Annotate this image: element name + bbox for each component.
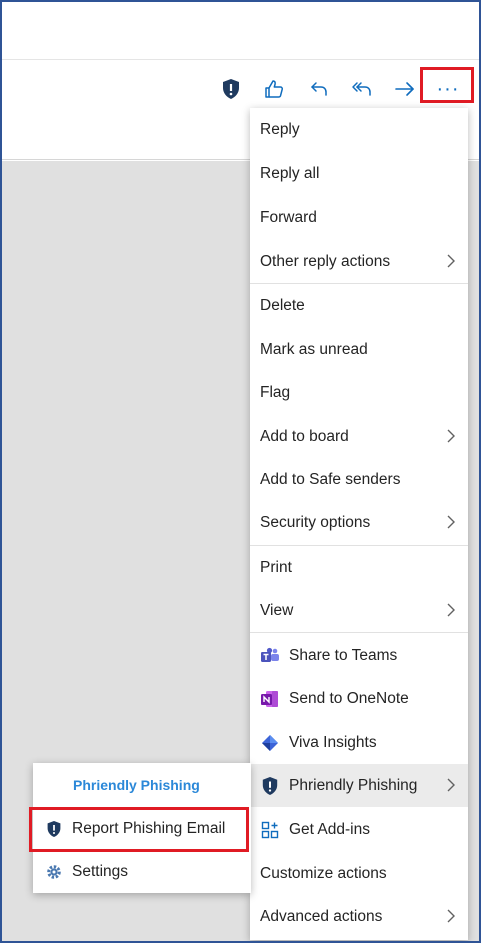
menu-item-other-reply-actions[interactable]: Other reply actions bbox=[250, 240, 468, 283]
window-frame: ··· Reply Reply all Forward Other reply … bbox=[0, 0, 481, 943]
more-actions-highlight bbox=[420, 67, 474, 103]
menu-item-label: Mark as unread bbox=[260, 340, 368, 358]
menu-item-phriendly-phishing[interactable]: Phriendly Phishing bbox=[250, 764, 468, 807]
menu-item-label: Customize actions bbox=[260, 864, 387, 882]
viva-insights-icon bbox=[260, 733, 280, 753]
phriendly-phishing-shield-icon bbox=[260, 776, 280, 796]
menu-item-get-add-ins[interactable]: Get Add-ins bbox=[250, 808, 468, 851]
header-band bbox=[2, 2, 479, 60]
like-icon[interactable] bbox=[259, 74, 289, 104]
menu-item-add-to-board[interactable]: Add to board bbox=[250, 415, 468, 458]
menu-item-label: View bbox=[260, 601, 294, 619]
menu-item-label: Send to OneNote bbox=[289, 689, 409, 707]
menu-item-label: Reply all bbox=[260, 164, 320, 182]
menu-item-label: Share to Teams bbox=[289, 646, 398, 664]
gear-icon bbox=[45, 863, 63, 881]
menu-item-mark-as-unread[interactable]: Mark as unread bbox=[250, 328, 468, 371]
menu-item-label: Security options bbox=[260, 513, 371, 531]
menu-item-security-options[interactable]: Security options bbox=[250, 501, 468, 544]
menu-item-label: Add to board bbox=[260, 427, 349, 445]
teams-icon bbox=[260, 646, 280, 666]
menu-divider bbox=[250, 632, 468, 633]
menu-item-view[interactable]: View bbox=[250, 589, 468, 632]
forward-icon[interactable] bbox=[390, 74, 420, 104]
submenu-title: Phriendly Phishing bbox=[73, 777, 200, 793]
reply-all-icon[interactable] bbox=[347, 74, 377, 104]
menu-item-send-to-onenote[interactable]: Send to OneNote bbox=[250, 677, 468, 720]
menu-item-add-to-safe-senders[interactable]: Add to Safe senders bbox=[250, 458, 468, 501]
reply-icon[interactable] bbox=[304, 74, 334, 104]
chevron-right-icon bbox=[447, 603, 455, 617]
report-phishing-highlight bbox=[29, 807, 249, 852]
chevron-right-icon bbox=[447, 429, 455, 443]
menu-item-label: Viva Insights bbox=[289, 733, 377, 751]
chevron-right-icon bbox=[447, 254, 455, 268]
menu-item-forward[interactable]: Forward bbox=[250, 196, 468, 239]
menu-item-label: Phriendly Phishing bbox=[289, 776, 418, 794]
menu-item-label: Flag bbox=[260, 383, 291, 401]
settings-button[interactable]: Settings bbox=[33, 852, 251, 892]
menu-item-reply-all[interactable]: Reply all bbox=[250, 152, 468, 195]
chevron-right-icon bbox=[447, 515, 455, 529]
menu-item-delete[interactable]: Delete bbox=[250, 284, 468, 327]
add-ins-icon bbox=[260, 820, 280, 840]
menu-item-share-to-teams[interactable]: Share to Teams bbox=[250, 634, 468, 677]
menu-item-label: Print bbox=[260, 558, 292, 576]
chevron-right-icon bbox=[447, 778, 455, 792]
phriendly-phishing-shield-icon[interactable] bbox=[216, 74, 246, 104]
menu-item-advanced-actions[interactable]: Advanced actions bbox=[250, 895, 468, 938]
submenu-item-label: Settings bbox=[72, 863, 129, 880]
menu-item-label: Advanced actions bbox=[260, 907, 383, 925]
menu-item-label: Forward bbox=[260, 208, 317, 226]
menu-item-customize-actions[interactable]: Customize actions bbox=[250, 852, 468, 895]
menu-item-label: Reply bbox=[260, 120, 300, 138]
menu-item-viva-insights[interactable]: Viva Insights bbox=[250, 721, 468, 764]
onenote-icon bbox=[260, 689, 280, 709]
menu-item-label: Add to Safe senders bbox=[260, 470, 401, 488]
menu-item-reply[interactable]: Reply bbox=[250, 108, 468, 151]
menu-item-flag[interactable]: Flag bbox=[250, 371, 468, 414]
chevron-right-icon bbox=[447, 909, 455, 923]
menu-item-label: Delete bbox=[260, 296, 305, 314]
menu-item-label: Get Add-ins bbox=[289, 820, 370, 838]
menu-item-print[interactable]: Print bbox=[250, 546, 468, 589]
more-actions-menu: Reply Reply all Forward Other reply acti… bbox=[250, 108, 468, 940]
menu-item-label: Other reply actions bbox=[260, 252, 391, 270]
